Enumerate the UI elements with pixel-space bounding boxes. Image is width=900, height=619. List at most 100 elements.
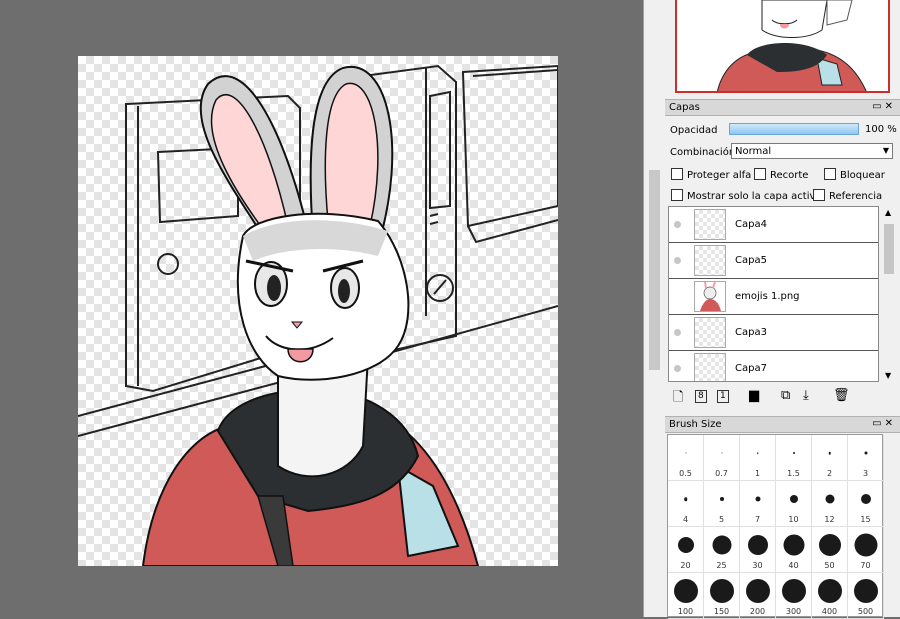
new-1bit-layer-icon[interactable]: 1 xyxy=(717,390,729,403)
layers-panel-header: Capas ▭✕ xyxy=(665,99,900,116)
blend-mode-select[interactable]: Normal ▼ xyxy=(731,143,893,159)
brush-size-label: 1.5 xyxy=(787,469,800,478)
brush-size-cell[interactable]: 2 xyxy=(812,435,848,481)
brush-dot-icon xyxy=(673,579,698,603)
brush-size-cell[interactable]: 20 xyxy=(668,527,704,573)
layer-list[interactable]: Capa4 Capa5 emojis 1.png Capa3 Capa7 xyxy=(668,206,879,382)
brush-dot-icon xyxy=(712,535,731,555)
scrollbar-thumb[interactable] xyxy=(649,170,660,370)
merge-down-icon[interactable]: ⤓ xyxy=(803,388,809,403)
scrollbar-thumb[interactable] xyxy=(884,224,894,274)
protect-alpha-label: Proteger alfa xyxy=(687,170,752,181)
brush-size-cell[interactable]: 500 xyxy=(848,573,884,619)
navigator-preview[interactable] xyxy=(675,0,890,93)
navigator-thumbnail xyxy=(717,0,867,91)
new-folder-icon[interactable]: ▆ xyxy=(749,388,759,403)
scroll-up-icon[interactable]: ▲ xyxy=(885,208,891,217)
close-icon[interactable]: ✕ xyxy=(885,418,896,429)
brush-dot-icon xyxy=(818,534,841,556)
float-panel-icon[interactable]: ▭ xyxy=(872,418,884,429)
show-active-only-checkbox[interactable]: Mostrar solo la capa activa xyxy=(671,189,822,202)
protect-alpha-checkbox[interactable]: Proteger alfa xyxy=(671,168,751,181)
brush-size-label: 100 xyxy=(677,607,694,616)
visibility-icon[interactable] xyxy=(674,329,681,336)
right-panel: Capas ▭✕ Opacidad 100 % Combinación Norm… xyxy=(665,0,900,619)
brush-size-label: 150 xyxy=(713,607,730,616)
copy-layer-icon[interactable]: ⧉ xyxy=(781,388,790,403)
opacity-slider[interactable] xyxy=(729,123,859,135)
brush-dot-icon xyxy=(860,494,871,504)
brush-size-label: 2 xyxy=(826,469,833,478)
brush-size-label: 4 xyxy=(682,515,689,524)
drawing-canvas[interactable] xyxy=(78,56,558,566)
canvas-vertical-scrollbar[interactable] xyxy=(643,0,666,617)
layer-row[interactable]: Capa7 xyxy=(669,351,878,381)
brush-size-label: 50 xyxy=(824,561,835,570)
brush-size-cell[interactable]: 4 xyxy=(668,481,704,527)
brush-size-cell[interactable]: 10 xyxy=(776,481,812,527)
brush-dot-icon xyxy=(721,452,722,454)
brush-size-label: 400 xyxy=(821,607,838,616)
clipping-label: Recorte xyxy=(770,170,809,181)
layer-row[interactable]: Capa4 xyxy=(669,207,878,243)
brush-dot-icon xyxy=(709,579,734,603)
brush-size-cell[interactable]: 100 xyxy=(668,573,704,619)
brush-dot-icon xyxy=(817,579,842,603)
brush-size-cell[interactable]: 0.5 xyxy=(668,435,704,481)
brush-dot-icon xyxy=(783,534,804,556)
layer-row[interactable]: Capa3 xyxy=(669,315,878,351)
brush-size-cell[interactable]: 5 xyxy=(704,481,740,527)
brush-size-cell[interactable]: 3 xyxy=(848,435,884,481)
chevron-down-icon: ▼ xyxy=(882,146,889,155)
brush-size-cell[interactable]: 7 xyxy=(740,481,776,527)
clipping-checkbox[interactable]: Recorte xyxy=(754,168,808,181)
layer-list-scrollbar[interactable]: ▲ ▼ xyxy=(881,206,897,382)
brush-size-cell[interactable]: 40 xyxy=(776,527,812,573)
brush-dot-icon xyxy=(683,497,688,501)
scroll-down-icon[interactable]: ▼ xyxy=(885,371,891,380)
layer-name: emojis 1.png xyxy=(735,291,800,302)
show-active-only-label: Mostrar solo la capa activa xyxy=(687,191,822,202)
brush-size-label: 10 xyxy=(788,515,799,524)
layer-row[interactable]: Capa5 xyxy=(669,243,878,279)
brush-dot-icon xyxy=(747,535,768,555)
visibility-icon[interactable] xyxy=(674,365,681,372)
brush-dot-icon xyxy=(745,579,770,603)
canvas-workspace[interactable] xyxy=(0,0,643,617)
brush-size-label: 3 xyxy=(862,469,869,478)
brush-dot-icon xyxy=(781,579,806,603)
new-layer-icon[interactable]: 🗋 xyxy=(673,388,683,410)
brush-size-cell[interactable]: 30 xyxy=(740,527,776,573)
brush-size-cell[interactable]: 50 xyxy=(812,527,848,573)
layer-row[interactable]: emojis 1.png xyxy=(669,279,878,315)
brush-size-label: 40 xyxy=(788,561,799,570)
new-8bit-layer-icon[interactable]: 8 xyxy=(695,390,707,403)
brush-size-cell[interactable]: 12 xyxy=(812,481,848,527)
brush-size-grid[interactable]: 0.5 0.7 1 1.5 2 3 4 5 7 10 12 15 20 25 30 40 50 70 100 150 2… xyxy=(667,434,884,619)
lock-checkbox[interactable]: Bloquear xyxy=(824,168,885,181)
brush-size-label: 500 xyxy=(857,607,874,616)
lock-label: Bloquear xyxy=(840,170,885,181)
brush-size-cell[interactable]: 1.5 xyxy=(776,435,812,481)
brush-size-cell[interactable]: 1 xyxy=(740,435,776,481)
visibility-icon[interactable] xyxy=(674,221,681,228)
brush-size-cell[interactable]: 70 xyxy=(848,527,884,573)
brush-size-cell[interactable]: 400 xyxy=(812,573,848,619)
layer-thumbnail xyxy=(694,353,726,381)
emoji-thumbnail-art xyxy=(700,281,721,311)
brush-size-cell[interactable]: 300 xyxy=(776,573,812,619)
brush-dot-icon xyxy=(677,537,694,553)
delete-layer-icon[interactable]: 🗑 xyxy=(833,388,850,403)
float-panel-icon[interactable]: ▭ xyxy=(872,101,884,112)
brush-dot-icon xyxy=(756,452,759,454)
brush-grid-scrollbar[interactable] xyxy=(884,434,899,617)
reference-checkbox[interactable]: Referencia xyxy=(813,189,882,202)
brush-size-cell[interactable]: 150 xyxy=(704,573,740,619)
brush-size-cell[interactable]: 15 xyxy=(848,481,884,527)
brush-size-cell[interactable]: 200 xyxy=(740,573,776,619)
close-icon[interactable]: ✕ xyxy=(885,101,896,112)
brush-dot-icon xyxy=(853,579,878,603)
brush-size-cell[interactable]: 25 xyxy=(704,527,740,573)
brush-size-cell[interactable]: 0.7 xyxy=(704,435,740,481)
visibility-icon[interactable] xyxy=(674,257,681,264)
